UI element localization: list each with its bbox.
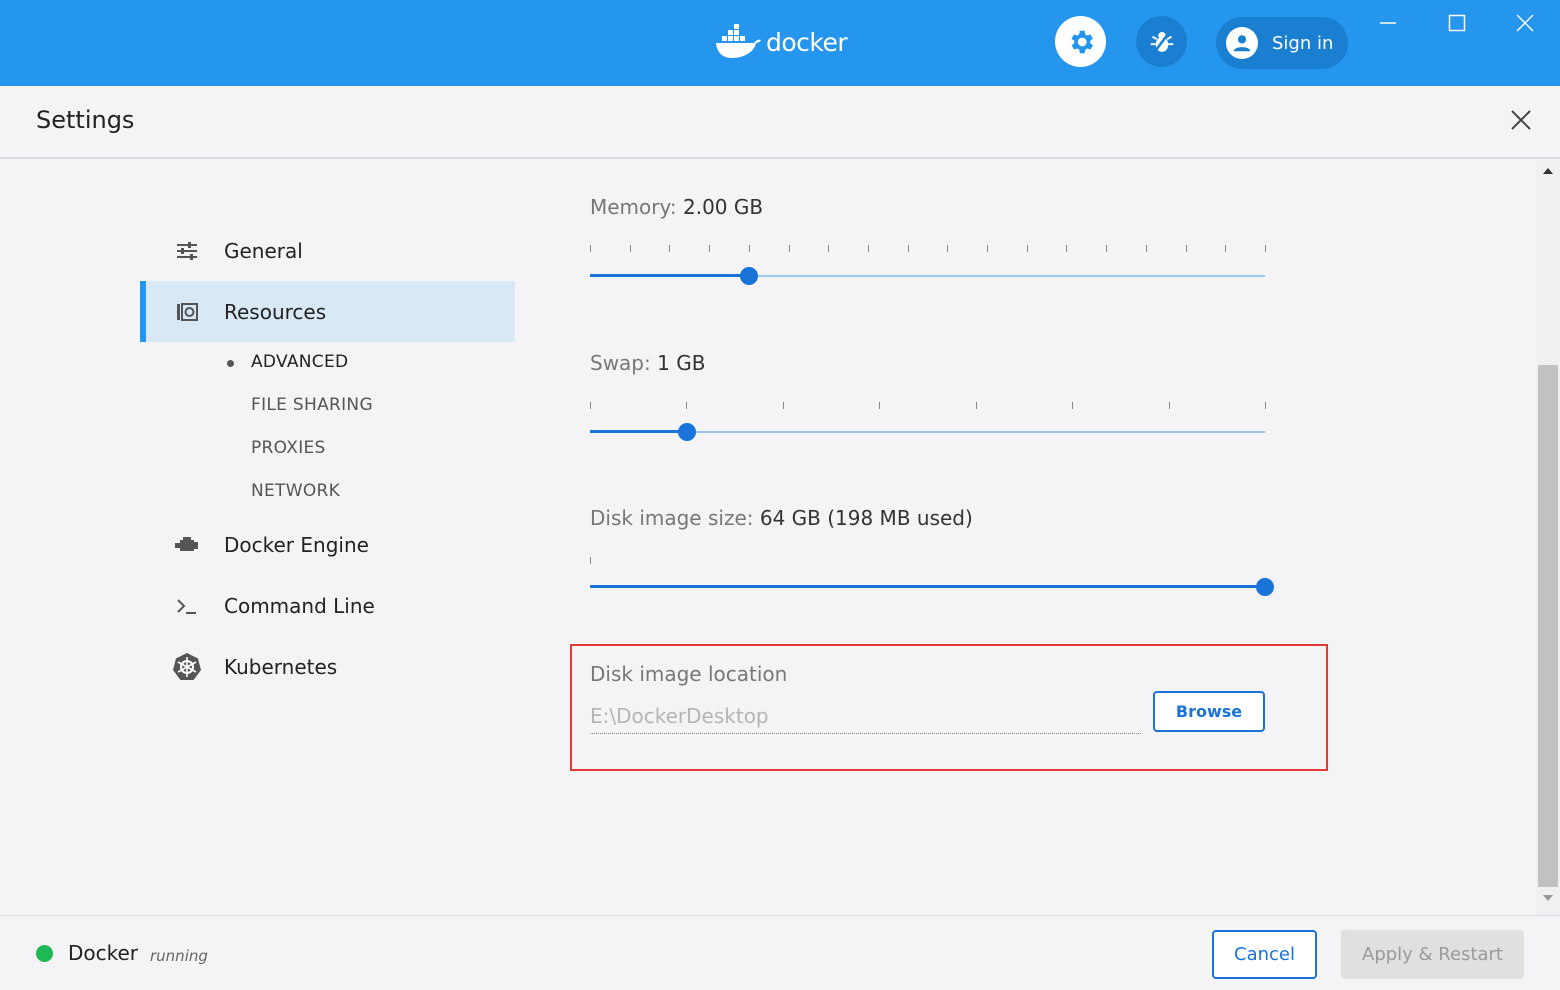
memory-slider-thumb[interactable]: [739, 267, 758, 285]
slider-tick: [590, 557, 591, 564]
apply-restart-button[interactable]: Apply & Restart: [1341, 930, 1524, 979]
sidebar-item-docker-engine[interactable]: Docker Engine: [140, 514, 515, 575]
close-icon: [1516, 14, 1534, 32]
sidebar-item-label: Resources: [224, 299, 327, 324]
slider-tick: [1265, 245, 1266, 252]
subnav-item-network[interactable]: NETWORK: [251, 481, 340, 501]
status-name: Docker: [68, 941, 139, 965]
whale-icon: [716, 24, 761, 58]
slider-tick: [987, 245, 989, 252]
disk-location-input[interactable]: [590, 698, 1141, 734]
disk-size-slider-fill: [590, 585, 1265, 588]
cancel-button[interactable]: Cancel: [1212, 930, 1317, 979]
slider-tick: [788, 245, 790, 252]
close-icon: [1511, 110, 1531, 130]
sidebar-item-general[interactable]: General: [140, 220, 515, 281]
slider-tick: [975, 402, 977, 409]
slider-tick: [590, 245, 591, 252]
slider-tick: [1026, 245, 1028, 252]
slider-tick: [1066, 245, 1068, 252]
swap-slider-ticks: [590, 402, 1266, 410]
sidebar-item-label: Command Line: [224, 593, 375, 618]
slider-tick: [828, 245, 830, 252]
slider-tick: [1185, 245, 1187, 252]
resources-icon: [172, 297, 202, 327]
slider-tick: [947, 245, 949, 252]
slider-tick: [748, 245, 750, 252]
slider-tick: [709, 245, 711, 252]
status-state: running: [150, 947, 208, 965]
disk-size-slider[interactable]: [590, 578, 1274, 596]
slider-tick: [867, 245, 869, 252]
subnav-item-proxies[interactable]: PROXIES: [251, 438, 326, 458]
sign-in-label: Sign in: [1272, 32, 1334, 54]
disk-size-slider-ticks: [590, 557, 1265, 565]
user-icon: [1226, 27, 1258, 59]
sidebar-item-label: Kubernetes: [224, 654, 338, 679]
page-title: Settings: [36, 106, 135, 134]
maximize-button[interactable]: [1437, 8, 1477, 38]
sidebar-item-resources[interactable]: Resources: [140, 281, 515, 342]
settings-button[interactable]: [1055, 16, 1106, 67]
subnav-item-file-sharing[interactable]: FILE SHARING: [251, 395, 373, 415]
terminal-icon: [172, 591, 202, 621]
slider-tick: [629, 245, 631, 252]
engine-icon: [172, 530, 202, 560]
minimize-button[interactable]: [1368, 8, 1408, 38]
slider-tick: [686, 402, 688, 409]
gear-icon: [1071, 30, 1093, 53]
docker-logo: docker: [714, 24, 848, 60]
slider-tick: [879, 402, 881, 409]
memory-slider-ticks: [590, 245, 1266, 253]
active-bullet-icon: [227, 360, 234, 367]
scrollbar[interactable]: [1536, 160, 1560, 915]
status-indicator-icon: [36, 945, 53, 962]
slider-tick: [782, 402, 784, 409]
slider-tick: [1225, 245, 1227, 252]
swap-slider[interactable]: [590, 423, 1265, 441]
slider-tick: [669, 245, 671, 252]
disk-size-label: Disk image size: 64 GB (198 MB used): [590, 506, 973, 530]
window-close-button[interactable]: [1505, 8, 1545, 38]
bug-icon: [1150, 30, 1173, 53]
sidebar-item-label: Docker Engine: [224, 532, 369, 557]
swap-slider-fill: [590, 430, 687, 433]
sidebar-item-kubernetes[interactable]: Kubernetes: [140, 636, 515, 697]
sliders-icon: [172, 236, 202, 266]
kubernetes-icon: [172, 652, 202, 682]
swap-label: Swap: 1 GB: [590, 351, 706, 375]
memory-label: Memory: 2.00 GB: [590, 195, 764, 219]
sign-in-button[interactable]: Sign in: [1216, 17, 1348, 69]
scroll-up-arrow-icon[interactable]: [1536, 166, 1560, 180]
title-bar: docker Sign in: [0, 0, 1560, 86]
slider-tick: [1168, 402, 1170, 409]
slider-tick: [1072, 402, 1074, 409]
swap-slider-thumb[interactable]: [677, 423, 696, 441]
footer: Docker running Cancel Apply & Restart: [0, 915, 1560, 990]
maximize-icon: [1448, 14, 1466, 32]
brand-name: docker: [766, 27, 848, 57]
scrollbar-thumb[interactable]: [1538, 365, 1558, 887]
settings-close-button[interactable]: [1505, 104, 1537, 136]
troubleshoot-button[interactable]: [1136, 16, 1187, 67]
sidebar-item-command-line[interactable]: Command Line: [140, 575, 515, 636]
memory-slider-fill: [590, 274, 749, 277]
slider-tick: [1145, 245, 1147, 252]
scroll-down-arrow-icon[interactable]: [1536, 893, 1560, 907]
slider-tick: [1106, 245, 1108, 252]
browse-button[interactable]: Browse: [1153, 691, 1265, 732]
sidebar-item-label: General: [224, 238, 303, 263]
slider-tick: [907, 245, 909, 252]
disk-location-label: Disk image location: [590, 662, 788, 686]
slider-tick: [1265, 402, 1266, 409]
slider-tick: [590, 402, 591, 409]
disk-size-slider-thumb[interactable]: [1256, 578, 1274, 596]
subnav-item-advanced[interactable]: ADVANCED: [251, 352, 348, 372]
settings-header: Settings: [0, 86, 1560, 159]
minimize-icon: [1380, 22, 1396, 24]
memory-slider[interactable]: [590, 267, 1265, 285]
